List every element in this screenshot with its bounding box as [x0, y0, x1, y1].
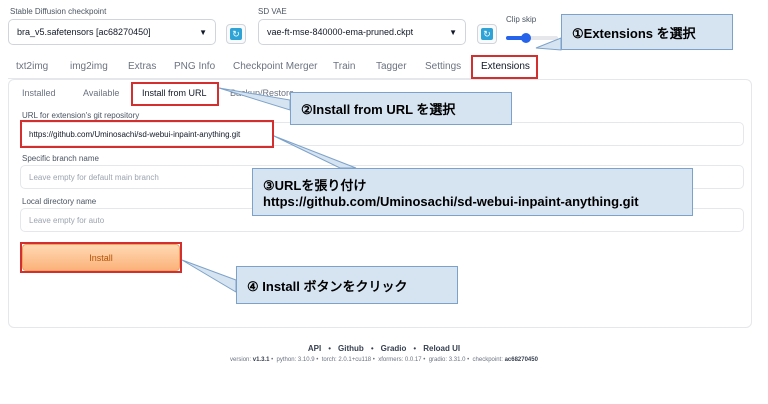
callout-step-4: ④ Install ボタンをクリック	[236, 266, 458, 304]
callout-pointer-3	[273, 135, 357, 169]
callout-step-2: ②Install from URL を選択	[290, 92, 512, 125]
footer-separator: •	[413, 344, 417, 353]
gradio-key: gradio:	[428, 357, 449, 363]
torch-key: torch:	[321, 357, 339, 363]
callout-pointer-4	[181, 259, 237, 293]
checkpoint-key: checkpoint:	[472, 357, 505, 363]
callout-step-3: ③URLを張り付け https://github.com/Uminosachi/…	[252, 168, 693, 216]
xformers-value: 0.0.17	[404, 357, 422, 363]
python-key: python:	[276, 357, 298, 363]
footer-link-reload-ui[interactable]: Reload UI	[423, 344, 460, 353]
footer-link-github[interactable]: Github	[338, 344, 364, 353]
gradio-value: 3.31.0	[448, 357, 466, 363]
footer-separator: •	[370, 344, 374, 353]
xformers-key: xformers:	[378, 357, 405, 363]
python-value: 3.10.9	[297, 357, 315, 363]
callout-step-3-title: ③URLを張り付け	[263, 178, 367, 193]
callout-pointer-1	[535, 37, 562, 51]
footer-version-info: version: v1.3.1 • python: 3.10.9 • torch…	[230, 357, 538, 363]
callout-step-3-url: https://github.com/Uminosachi/sd-webui-i…	[263, 194, 639, 209]
version-key: version:	[230, 357, 253, 363]
footer-separator: •	[328, 344, 332, 353]
footer-link-api[interactable]: API	[308, 344, 321, 353]
footer-link-gradio[interactable]: Gradio	[381, 344, 407, 353]
checkpoint-hash-value: ac68270450	[504, 357, 538, 363]
version-value: v1.3.1	[252, 357, 270, 363]
torch-value: 2.0.1+cu118	[338, 357, 372, 363]
footer-links: API • Github • Gradio • Reload UI	[0, 344, 768, 353]
callout-pointer-2	[218, 87, 291, 111]
callout-step-1: ①Extensions を選択	[561, 14, 733, 50]
